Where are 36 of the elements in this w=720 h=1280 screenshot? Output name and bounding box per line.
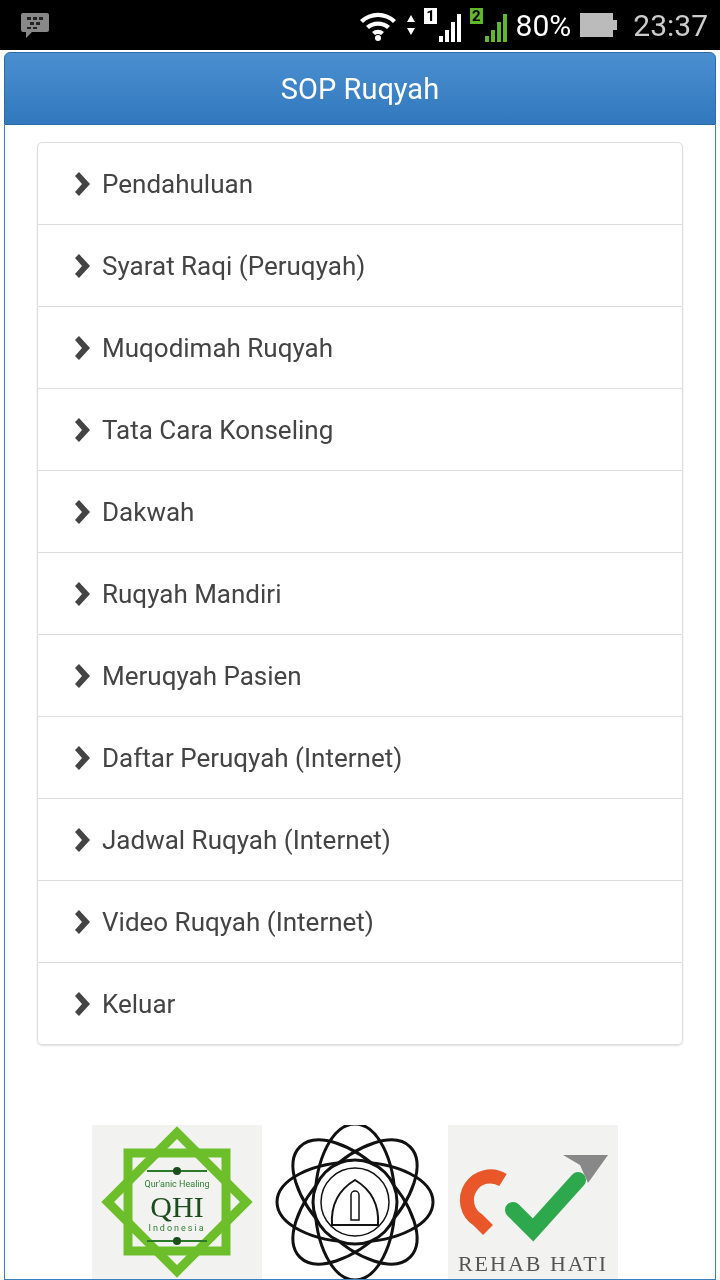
logo-text: Indonesia bbox=[148, 1223, 206, 1233]
menu-item[interactable]: Pendahuluan bbox=[38, 143, 682, 224]
logo-text: QHI bbox=[150, 1190, 204, 1223]
battery-icon bbox=[579, 11, 620, 39]
menu-item[interactable]: Muqodimah Ruqyah bbox=[38, 306, 682, 388]
battery-percent: 80% bbox=[515, 7, 572, 43]
menu-item[interactable]: Video Ruqyah (Internet) bbox=[38, 880, 682, 962]
chevron-right-icon bbox=[74, 827, 90, 852]
menu-item[interactable]: Daftar Peruqyah (Internet) bbox=[38, 716, 682, 798]
chevron-right-icon bbox=[74, 581, 90, 606]
sim-label: 1 bbox=[424, 8, 437, 24]
data-arrows-icon bbox=[406, 14, 417, 36]
menu-item[interactable]: Dakwah bbox=[38, 470, 682, 552]
chevron-right-icon bbox=[74, 171, 90, 196]
chevron-right-icon bbox=[74, 253, 90, 278]
menu-item[interactable]: Meruqyah Pasien bbox=[38, 634, 682, 716]
clock-time: 23:37 bbox=[633, 7, 708, 43]
signal-icon bbox=[483, 12, 508, 42]
chevron-right-icon bbox=[74, 663, 90, 688]
menu-item[interactable]: Ruqyah Mandiri bbox=[38, 552, 682, 634]
chevron-right-icon bbox=[74, 417, 90, 442]
chevron-right-icon bbox=[74, 745, 90, 770]
page-title: SOP Ruqyah bbox=[280, 71, 440, 106]
chevron-right-icon bbox=[74, 499, 90, 524]
menu-item[interactable]: Keluar bbox=[38, 962, 682, 1044]
chevron-right-icon bbox=[74, 991, 90, 1016]
logo-text: Qur'anic Healing bbox=[144, 1179, 210, 1189]
signal-icon bbox=[437, 12, 462, 42]
menu-item[interactable]: Syarat Raqi (Peruqyah) bbox=[38, 224, 682, 306]
menu-item[interactable]: Tata Cara Konseling bbox=[38, 388, 682, 470]
chevron-right-icon bbox=[74, 335, 90, 360]
menu-item[interactable]: Jadwal Ruqyah (Internet) bbox=[38, 798, 682, 880]
sim-label: 2 bbox=[469, 8, 483, 24]
chevron-right-icon bbox=[74, 909, 90, 934]
logo-text: REHAB HATI bbox=[457, 1251, 609, 1276]
chat-icon bbox=[20, 11, 50, 39]
